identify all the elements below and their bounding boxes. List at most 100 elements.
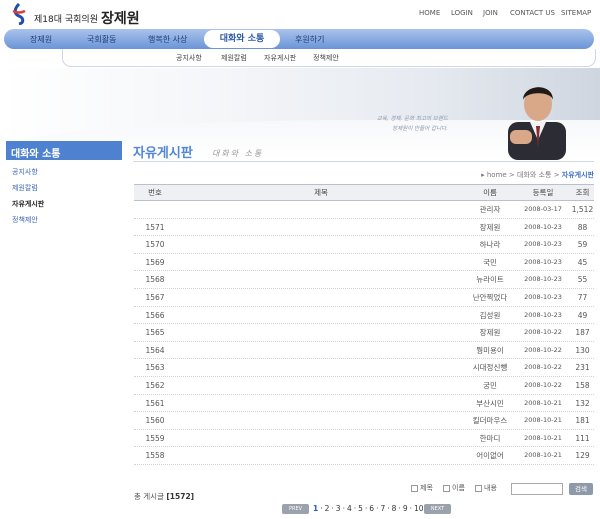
main-nav-activities[interactable]: 국회활동 bbox=[87, 34, 116, 45]
table-row[interactable]: 공지여러분의 소중한 목소리에 귀기울이겠습니다.[78]관리자2008-03-… bbox=[134, 201, 594, 219]
row-views: 129 bbox=[575, 451, 590, 461]
row-author: 장제원 bbox=[479, 222, 501, 232]
row-author: 관리자 bbox=[479, 205, 501, 214]
search-option-title[interactable]: 제목 bbox=[411, 483, 433, 493]
top-link-sitemap[interactable]: SITEMAP bbox=[561, 9, 591, 17]
banner-slogan-line1: 교육, 경제, 문화 최고의 브랜드 bbox=[376, 116, 448, 122]
breadcrumb-section[interactable]: 대화와 소통 bbox=[517, 171, 551, 179]
row-views: 111 bbox=[575, 433, 590, 443]
page-separator: · bbox=[376, 504, 379, 513]
site-title-prefix: 제18대 국회의원 bbox=[34, 15, 98, 25]
page-link[interactable]: 6 bbox=[369, 504, 374, 513]
site-title[interactable]: 제18대 국회의원 장제원 bbox=[34, 7, 140, 27]
row-author: 하나라 bbox=[479, 240, 501, 250]
table-row[interactable]: 1571이런놈이 국제의원이라고 설치고 다니는 꼬라지 하고는....N장제원… bbox=[134, 219, 594, 237]
search-button[interactable]: 검색 bbox=[569, 483, 593, 495]
main-nav-communication[interactable]: 대화와 소통 bbox=[204, 30, 280, 48]
table-row[interactable]: 1558호통 제원, 어디서 버럭질?N어이없어2008-10-21129 bbox=[134, 447, 594, 465]
table-row[interactable]: 1561이런이런이런....N부산시민2008-10-21132 bbox=[134, 395, 594, 413]
page-link[interactable]: 4 bbox=[347, 504, 352, 513]
page-link[interactable]: 2 bbox=[325, 504, 330, 513]
row-date: 2008-10-23 bbox=[524, 257, 562, 266]
page-separator: · bbox=[320, 504, 323, 513]
sub-nav-notice[interactable]: 공지사항 bbox=[176, 53, 202, 63]
page-link[interactable]: 8 bbox=[392, 504, 397, 513]
row-date: 2008-10-23 bbox=[524, 222, 562, 231]
top-link-login[interactable]: LOGIN bbox=[451, 9, 473, 17]
top-link-home[interactable]: HOME bbox=[419, 9, 440, 17]
next-button[interactable]: NEXT bbox=[424, 504, 451, 514]
table-row[interactable]: 1564"대화와 소통"이라 ?!?!?!N뭥미용이2008-10-22130 bbox=[134, 342, 594, 360]
sidebar-item-freeboard[interactable]: 자유게시판 bbox=[6, 196, 122, 212]
sidebar-item-policy[interactable]: 정책제안 bbox=[6, 212, 122, 228]
search-option-name[interactable]: 이름 bbox=[443, 483, 465, 493]
row-views: 1,512 bbox=[571, 205, 594, 214]
row-number: 1567 bbox=[145, 292, 165, 302]
search-option-content[interactable]: 내용 bbox=[475, 483, 497, 493]
sidebar-item-column[interactable]: 제원칼럼 bbox=[6, 180, 122, 196]
search-input[interactable] bbox=[511, 483, 563, 495]
page-title-script: 대화와 소통 bbox=[212, 149, 264, 158]
row-views: 130 bbox=[575, 345, 590, 355]
row-date: 2008-10-23 bbox=[524, 275, 562, 284]
table-row[interactable]: 1563나으리 문안인사드립니다!N시대정신뺑2008-10-22231 bbox=[134, 359, 594, 377]
breadcrumb-home[interactable]: home bbox=[487, 171, 507, 179]
row-number: 1568 bbox=[145, 275, 165, 285]
page-link[interactable]: 3 bbox=[336, 504, 341, 513]
row-author: 한마디 bbox=[479, 433, 501, 443]
row-views: 59 bbox=[577, 240, 588, 250]
row-views: 181 bbox=[575, 416, 590, 426]
table-row[interactable]: 1560어이 장의원!!!N킬더마우스2008-10-21181 bbox=[134, 412, 594, 430]
main-nav-profile[interactable]: 장제원 bbox=[30, 34, 52, 45]
row-author: 국민 bbox=[483, 257, 497, 267]
col-number: 번호 bbox=[148, 188, 162, 197]
site-title-name: 장제원 bbox=[101, 11, 140, 27]
row-date: 2008-10-22 bbox=[524, 380, 562, 389]
col-views: 조회 bbox=[575, 188, 590, 197]
title-divider bbox=[133, 161, 594, 162]
row-views: 231 bbox=[575, 363, 590, 373]
breadcrumb-current: 자유게시판 bbox=[561, 171, 594, 179]
checkbox-icon[interactable] bbox=[411, 484, 418, 492]
row-date: 2008-10-21 bbox=[524, 398, 562, 407]
banner-slogan-line2: 장제원이 만들어 갑니다. bbox=[392, 126, 448, 132]
sidebar-item-notice[interactable]: 공지사항 bbox=[6, 164, 122, 180]
page-link[interactable]: 10 bbox=[414, 504, 424, 513]
page-separator: · bbox=[409, 504, 412, 513]
main-nav-sasang[interactable]: 행복한 사상 bbox=[148, 34, 187, 45]
table-row[interactable]: 1566요런인간을 국회로 보내다니.....N김성원2008-10-2349 bbox=[134, 307, 594, 325]
table-row[interactable]: 1569이런인간이 국회의원이라니 말세다말세N국민2008-10-2345 bbox=[134, 254, 594, 272]
page-link[interactable]: 1 bbox=[313, 504, 318, 513]
checkbox-icon[interactable] bbox=[475, 484, 482, 492]
sub-nav-freeboard[interactable]: 자유게시판 bbox=[264, 53, 296, 63]
search-bar: 제목 이름 내용 검색 bbox=[411, 483, 594, 496]
main-nav-support[interactable]: 후원하기 bbox=[295, 34, 324, 45]
row-number: 1563 bbox=[145, 363, 165, 373]
table-row[interactable]: 1565니가 국회 의원이냐 먼저 매너와 예의 부터 배워라N장제원2008-… bbox=[134, 324, 594, 342]
table-row[interactable]: 1559국회의원은 눈에 뵈는것도 없나?N한마디2008-10-21111 bbox=[134, 430, 594, 448]
table-row[interactable]: 1568국감에서 소리치고 유명세를 얻고 싶으셨다면....N뉴라이트2008… bbox=[134, 271, 594, 289]
row-author: 부산시민 bbox=[476, 398, 504, 408]
row-date: 2008-10-22 bbox=[524, 328, 562, 337]
row-number: 1559 bbox=[145, 433, 165, 443]
page-link[interactable]: 7 bbox=[380, 504, 385, 513]
prev-button[interactable]: PREV bbox=[282, 504, 309, 514]
sub-nav-column[interactable]: 제원칼럼 bbox=[221, 53, 247, 63]
row-author: 난안찍었다 bbox=[472, 292, 508, 302]
row-date: 2008-03-17 bbox=[524, 205, 562, 213]
top-link-contact[interactable]: CONTACT US bbox=[510, 9, 555, 17]
party-logo-icon[interactable] bbox=[8, 3, 30, 25]
table-row[interactable]: 1562국민에게 호통치지 말고 권력자에게 호통칠 줘봐라 일마야N궁민200… bbox=[134, 377, 594, 395]
page-separator: · bbox=[342, 504, 345, 513]
sub-nav-policy[interactable]: 정책제안 bbox=[313, 53, 339, 63]
checkbox-icon[interactable] bbox=[443, 484, 450, 492]
row-views: 158 bbox=[575, 380, 590, 390]
page-link[interactable]: 9 bbox=[403, 504, 408, 513]
row-number: 1566 bbox=[145, 310, 165, 320]
row-number: 1564 bbox=[145, 345, 165, 355]
row-number: 1560 bbox=[145, 416, 165, 426]
top-link-join[interactable]: JOIN bbox=[483, 9, 498, 17]
page-link[interactable]: 5 bbox=[358, 504, 363, 513]
table-row[interactable]: 1570이름만들어도 소름끼치는 미친소(음해~)의원N하나라2008-10-2… bbox=[134, 236, 594, 254]
table-row[interactable]: 1567부산 사상구 구민여러분~~~~N난안찍었다2008-10-2377 bbox=[134, 289, 594, 307]
